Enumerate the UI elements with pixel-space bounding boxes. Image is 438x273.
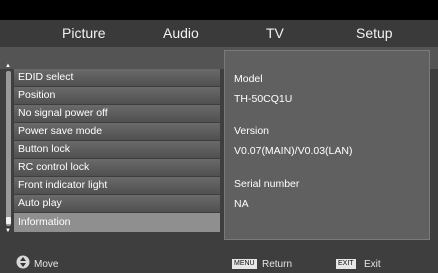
move-icon — [16, 255, 30, 269]
exit-label: Exit — [364, 259, 381, 270]
version-value: V0.07(MAIN)/V0.03(LAN) — [234, 145, 353, 157]
model-value: TH-50CQ1U — [234, 93, 293, 105]
tab-tv[interactable]: TV — [266, 25, 284, 41]
menu-item-button-lock[interactable]: Button lock — [14, 141, 220, 158]
menu-item-power-save-mode[interactable]: Power save mode — [14, 123, 220, 140]
exit-key-icon: EXIT — [336, 259, 356, 269]
menu-item-position[interactable]: Position — [14, 87, 220, 104]
information-panel: Model TH-50CQ1U Version V0.07(MAIN)/V0.0… — [224, 50, 430, 240]
serial-label: Serial number — [234, 178, 300, 190]
model-label: Model — [234, 73, 263, 85]
menu-item-front-indicator-light[interactable]: Front indicator light — [14, 177, 220, 194]
move-label: Move — [34, 259, 59, 270]
scroll-thumb[interactable] — [6, 217, 11, 224]
tab-bar: Picture Audio TV Setup — [0, 20, 438, 47]
menu-item-rc-control-lock[interactable]: RC control lock — [14, 159, 220, 176]
version-label: Version — [234, 125, 270, 137]
setup-menu: EDID select Position No signal power off… — [14, 69, 220, 233]
menu-item-no-signal-power-off[interactable]: No signal power off — [14, 105, 220, 122]
tab-setup[interactable]: Setup — [356, 25, 393, 41]
scroll-up-icon[interactable]: ▲ — [5, 63, 11, 69]
menu-item-edid-select[interactable]: EDID select — [14, 69, 220, 86]
scrollbar[interactable] — [6, 71, 11, 226]
top-bar — [0, 0, 438, 20]
scroll-down-icon[interactable]: ▼ — [5, 228, 11, 234]
return-label: Return — [262, 259, 293, 270]
tab-picture[interactable]: Picture — [62, 25, 106, 41]
serial-value: NA — [234, 198, 249, 210]
tab-audio[interactable]: Audio — [163, 25, 199, 41]
menu-key-icon: MENU — [232, 259, 257, 269]
menu-item-auto-play[interactable]: Auto play — [14, 195, 220, 212]
menu-item-information[interactable]: Information — [14, 213, 220, 232]
